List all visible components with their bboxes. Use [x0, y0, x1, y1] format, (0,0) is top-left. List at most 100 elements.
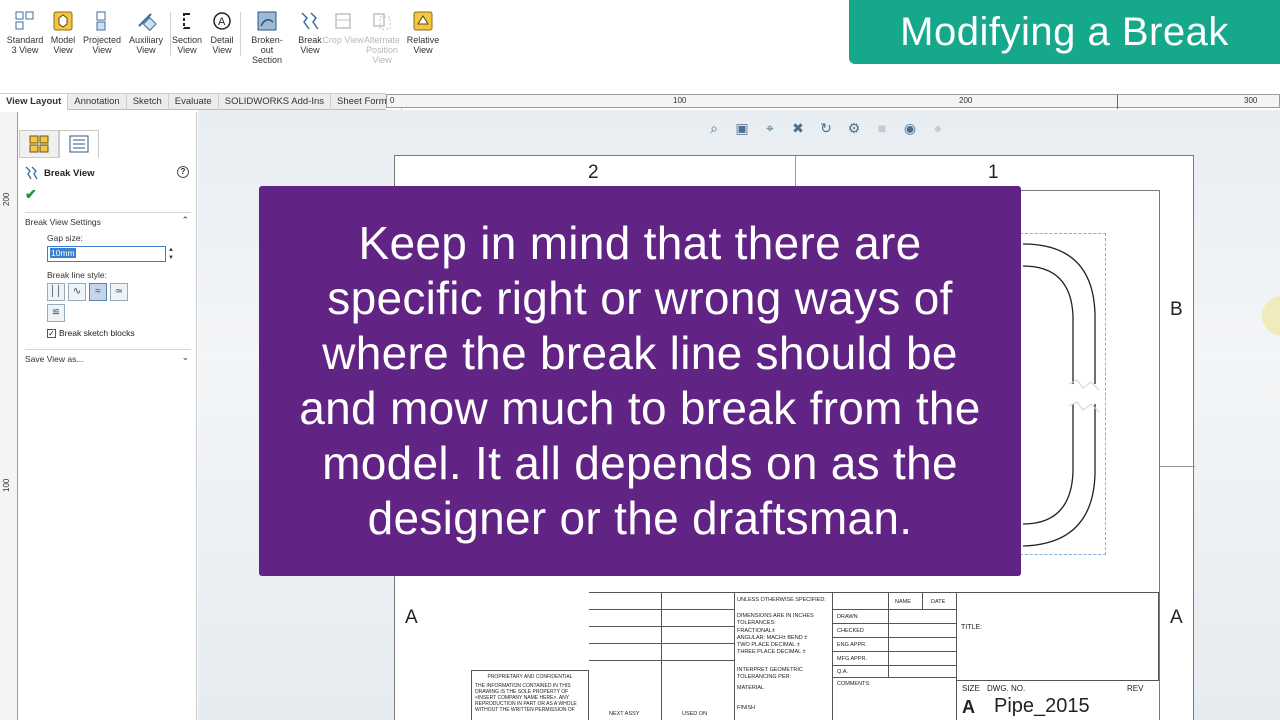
ribbon-label: Model View: [50, 35, 76, 55]
save-view-as-group[interactable]: Save View as... ⌄: [25, 349, 191, 364]
detail-view-icon: A: [213, 12, 231, 30]
broken-out-section-button[interactable]: Broken-out Section: [245, 10, 289, 65]
ruler-marker: [1117, 95, 1118, 109]
tb-cell: [889, 638, 957, 652]
ok-button[interactable]: ✔: [25, 186, 37, 203]
alternate-position-view-button[interactable]: Alternate Position View: [360, 10, 404, 65]
property-manager-header: Break View ?: [25, 166, 191, 180]
dims-label: DIMENSIONS ARE IN INCHES: [737, 613, 814, 619]
ruler-label: 300: [1244, 96, 1258, 105]
ribbon-label: Alternate Position View: [363, 35, 401, 65]
tb-cell: [833, 593, 889, 610]
date-header: DATE: [931, 599, 946, 605]
two-place-label: TWO PLACE DECIMAL ±: [737, 642, 800, 648]
ribbon-label: Relative View: [406, 35, 440, 55]
appearance-icon[interactable]: ●: [928, 118, 948, 138]
projected-view-icon: [96, 11, 106, 31]
break-line-style-label: Break line style:: [47, 270, 107, 280]
ribbon-label: Detail View: [210, 35, 234, 55]
model-view-button[interactable]: Model View: [41, 10, 85, 55]
crop-view-button[interactable]: Crop View: [321, 10, 365, 45]
video-title: Modifying a Break: [900, 9, 1229, 54]
dwg-no-label: DWG. NO.: [987, 684, 1026, 693]
rotate-icon[interactable]: ↻: [816, 118, 836, 138]
size-label: SIZE: [962, 684, 980, 693]
vertical-ruler: 200 100: [0, 112, 18, 720]
alternate-position-view-icon: [373, 13, 391, 30]
break-view-settings-group[interactable]: Break View Settings ⌃: [25, 212, 191, 227]
fractional-label: FRACTIONAL±: [737, 628, 775, 634]
caption-text: Keep in mind that there are specific rig…: [299, 217, 981, 544]
tab-evaluate[interactable]: Evaluate: [169, 94, 219, 110]
ribbon-label: Projected View: [82, 35, 122, 55]
zone-row-label: A: [405, 607, 418, 628]
gap-size-input[interactable]: 10mm: [47, 246, 166, 262]
straight-cut-style-button[interactable]: ││: [47, 283, 65, 301]
tab-view-layout[interactable]: View Layout: [0, 94, 69, 110]
zone-row-label: A: [1170, 607, 1183, 628]
tab-solidworks-add-ins[interactable]: SOLIDWORKS Add-Ins: [219, 94, 331, 110]
previous-view-icon[interactable]: ✖: [788, 118, 808, 138]
next-assy-label: NEXT ASSY: [609, 711, 640, 717]
group-title: Save View as...: [25, 354, 84, 364]
material-label: MATERIAL: [737, 685, 765, 691]
zoom-to-area-icon[interactable]: ▣: [732, 118, 752, 138]
auxiliary-view-button[interactable]: Auxiliary View: [124, 10, 168, 55]
auxiliary-view-icon: [138, 13, 157, 32]
crop-view-icon: [335, 13, 351, 29]
tab-sketch[interactable]: Sketch: [127, 94, 169, 110]
name-header: NAME: [895, 599, 911, 605]
used-on-label: USED ON: [682, 711, 708, 717]
tb-cell: [589, 593, 662, 610]
pipe-drawing-view[interactable]: [1020, 233, 1106, 555]
model-view-icon: [53, 11, 73, 31]
standard-3-view-icon: [15, 11, 34, 30]
feature-manager-tab[interactable]: [19, 130, 59, 158]
break-view-icon: [25, 166, 38, 180]
qa-label: Q.A.: [837, 669, 849, 675]
title-cell: [957, 593, 1159, 681]
detail-view-button[interactable]: A Detail View: [200, 10, 244, 55]
rev-label: REV: [1127, 684, 1144, 693]
tb-cell: [889, 652, 957, 666]
zoom-to-fit-icon[interactable]: ⌕: [704, 118, 724, 138]
redraw-icon[interactable]: ⚙: [844, 118, 864, 138]
tb-cell: [589, 627, 662, 644]
property-manager: Break View ? ✔ Break View Settings ⌃ Gap…: [19, 112, 197, 720]
manager-tabs: [19, 130, 99, 158]
jagged-cut-style-button[interactable]: ≌: [47, 304, 65, 322]
property-manager-title: Break View: [44, 167, 95, 179]
tb-cell: [662, 644, 735, 661]
help-icon[interactable]: ?: [177, 166, 189, 178]
ruler-label: 100: [673, 96, 687, 105]
projected-view-button[interactable]: Projected View: [80, 10, 124, 55]
gap-size-spinner[interactable]: ▲ ▼: [168, 246, 176, 262]
small-zig-zag-cut-style-button[interactable]: ≃: [110, 283, 128, 301]
angular-label: ANGULAR: MACH± BEND ±: [737, 635, 808, 641]
chevron-down-icon[interactable]: ⌄: [181, 352, 189, 363]
curve-cut-style-button[interactable]: ∿: [68, 283, 86, 301]
ribbon-separator: [240, 12, 241, 56]
ribbon-label: Broken-out Section: [251, 35, 283, 65]
relative-view-icon: [413, 11, 433, 31]
ruler-label: 0: [390, 96, 395, 105]
ribbon-label: Auxiliary View: [128, 35, 163, 55]
chevron-up-icon[interactable]: ⌃: [181, 215, 189, 226]
tolerancing-label: TOLERANCING PER:: [737, 674, 791, 680]
comments-label: COMMENTS:: [837, 681, 871, 687]
display-style-icon[interactable]: ■: [872, 118, 892, 138]
zig-zag-cut-style-button[interactable]: ≈: [89, 283, 107, 301]
relative-view-button[interactable]: Relative View: [401, 10, 445, 55]
hide-show-items-icon[interactable]: ◉: [900, 118, 920, 138]
break-sketch-blocks-checkbox[interactable]: ✓ Break sketch blocks: [47, 328, 135, 338]
tab-annotation[interactable]: Annotation: [68, 94, 127, 110]
eng-appr-label: ENG APPR.: [837, 642, 867, 648]
tb-cell: [589, 644, 662, 661]
command-manager-tabs: View Layout Annotation Sketch Evaluate S…: [0, 93, 402, 110]
tb-cell: [662, 593, 735, 610]
zoom-in-out-icon[interactable]: ⌖: [760, 118, 780, 138]
checkbox-label: Break sketch blocks: [59, 328, 135, 338]
unless-specified-label: UNLESS OTHERWISE SPECIFIED:: [737, 597, 826, 603]
tb-cell: [662, 610, 735, 627]
property-manager-tab[interactable]: [59, 130, 99, 158]
